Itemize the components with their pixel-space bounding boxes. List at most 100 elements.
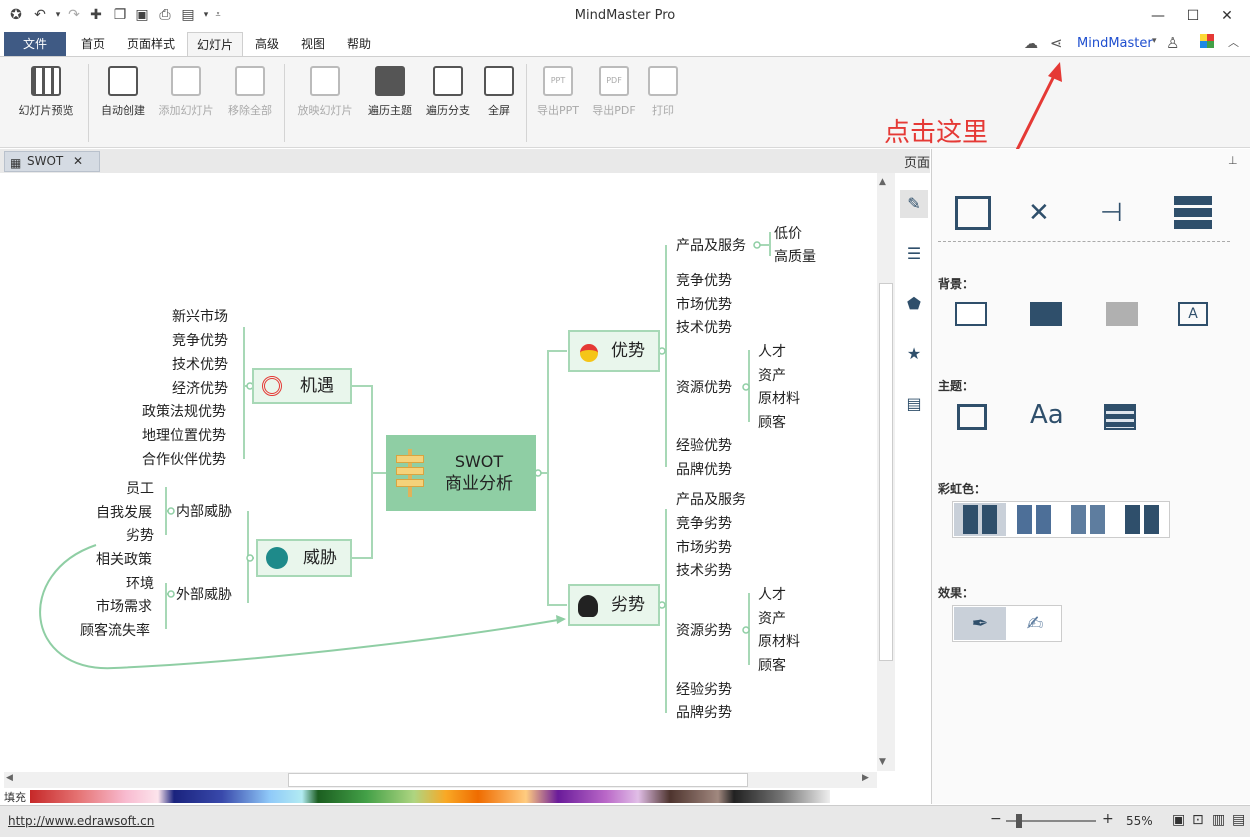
palette-swatches[interactable] xyxy=(30,790,830,803)
undo-dropdown-icon[interactable]: ▾ xyxy=(50,7,66,23)
threat-topic[interactable]: 威胁 xyxy=(256,539,352,577)
collapse-ribbon-icon[interactable]: ︿ xyxy=(1228,34,1239,50)
new-file-icon[interactable]: ✚ xyxy=(88,7,104,23)
strength-resource-item[interactable]: 人才 xyxy=(758,341,786,361)
menu-page-style[interactable]: 页面样式 xyxy=(120,32,182,56)
strength-resource-item[interactable]: 顾客 xyxy=(758,412,786,432)
opportunity-item[interactable]: 合作伙伴优势 xyxy=(142,449,226,469)
menu-advanced[interactable]: 高级 xyxy=(248,32,286,56)
fit-width-icon[interactable]: ⊡ xyxy=(1192,812,1204,828)
strength-resource-topic[interactable]: 资源优势 xyxy=(676,377,732,397)
external-threat-topic[interactable]: 外部威胁 xyxy=(176,584,232,604)
export-pdf-button[interactable]: PDF 导出PDF xyxy=(588,66,640,126)
opportunity-item[interactable]: 地理位置优势 xyxy=(142,425,226,445)
menu-home[interactable]: 首页 xyxy=(72,32,114,56)
strength-item[interactable]: 竞争优势 xyxy=(676,270,732,290)
weakness-resource-item[interactable]: 人才 xyxy=(758,584,786,604)
file-menu[interactable]: 文件 xyxy=(4,32,66,56)
weakness-item[interactable]: 竞争劣势 xyxy=(676,513,732,533)
redo-icon[interactable]: ↷ xyxy=(66,7,82,23)
pin-icon[interactable]: ⊥ xyxy=(1228,154,1238,167)
account-dropdown-icon[interactable]: ▾ xyxy=(1152,36,1157,46)
print-button[interactable]: 打印 xyxy=(642,66,684,126)
weakness-resource-topic[interactable]: 资源劣势 xyxy=(676,620,732,640)
rainbow-option-3[interactable] xyxy=(1071,505,1105,534)
weakness-item[interactable]: 市场劣势 xyxy=(676,537,732,557)
internal-threat-item[interactable]: 自我发展 xyxy=(96,502,152,522)
export-ppt-button[interactable]: PPT 导出PPT xyxy=(532,66,584,126)
horizontal-scroll-thumb[interactable] xyxy=(288,773,748,787)
horizontal-scrollbar[interactable]: ◀ ▶ xyxy=(4,772,877,788)
scroll-down-icon[interactable]: ▼ xyxy=(879,757,886,767)
remove-all-button[interactable]: 移除全部 xyxy=(222,66,278,126)
watermark-icon[interactable]: A xyxy=(1178,302,1208,326)
rainbow-option-2[interactable] xyxy=(1017,505,1051,534)
scroll-left-icon[interactable]: ◀ xyxy=(6,773,13,783)
opportunity-topic[interactable]: 机遇 xyxy=(252,368,352,404)
traverse-topic-button[interactable]: 遍历主题 xyxy=(362,66,418,126)
undo-icon[interactable]: ↶ xyxy=(32,7,48,23)
scroll-right-icon[interactable]: ▶ xyxy=(862,773,869,783)
rainbow-option-4[interactable] xyxy=(1125,505,1159,534)
slide-preview-button[interactable]: 幻灯片预览 xyxy=(12,66,80,126)
internal-threat-topic[interactable]: 内部威胁 xyxy=(176,501,232,521)
layout-map-icon[interactable] xyxy=(955,196,991,230)
layout-radial-icon[interactable]: ✕ xyxy=(1028,196,1068,230)
opportunity-item[interactable]: 技术优势 xyxy=(172,354,228,374)
weakness-item[interactable]: 技术劣势 xyxy=(676,560,732,580)
background-color-icon[interactable] xyxy=(955,302,987,326)
opportunity-item[interactable]: 政策法规优势 xyxy=(142,401,226,421)
vertical-scroll-thumb[interactable] xyxy=(879,283,893,661)
share-icon[interactable]: ⋖ xyxy=(1050,34,1063,52)
opportunity-item[interactable]: 经济优势 xyxy=(172,378,228,398)
weakness-resource-item[interactable]: 原材料 xyxy=(758,631,800,651)
layout-list-icon[interactable] xyxy=(1174,196,1212,230)
customize-toolbar-icon[interactable]: ⩡ xyxy=(210,7,226,23)
fit-page-icon[interactable]: ▣ xyxy=(1172,812,1185,828)
opportunity-item[interactable]: 竞争优势 xyxy=(172,330,228,350)
menu-help[interactable]: 帮助 xyxy=(340,32,378,56)
vertical-scrollbar[interactable]: ▲ ▼ xyxy=(877,173,895,771)
account-menu[interactable]: MindMaster xyxy=(1077,36,1153,51)
open-file-icon[interactable]: ❐ xyxy=(112,7,128,23)
traverse-branch-button[interactable]: 遍历分支 xyxy=(420,66,476,126)
maximize-button[interactable]: ☐ xyxy=(1178,5,1208,27)
full-view-icon[interactable]: ▥ xyxy=(1212,812,1225,828)
strength-item[interactable]: 技术优势 xyxy=(676,317,732,337)
effect-hand-drawn-icon[interactable]: ✍ xyxy=(1009,607,1061,640)
save-icon[interactable]: ▣ xyxy=(134,7,150,23)
strength-product-topic[interactable]: 产品及服务 xyxy=(676,235,746,255)
add-slide-button[interactable]: 添加幻灯片 xyxy=(154,66,218,126)
strength-product-item[interactable]: 低价 xyxy=(774,223,802,243)
page-style-tab-icon[interactable]: ✎ xyxy=(900,190,928,218)
weakness-item[interactable]: 品牌劣势 xyxy=(676,702,732,722)
zoom-slider-thumb[interactable] xyxy=(1016,814,1022,828)
website-link[interactable]: http://www.edrawsoft.cn xyxy=(8,814,154,828)
auto-create-button[interactable]: 自动创建 xyxy=(94,66,152,126)
strength-item[interactable]: 品牌优势 xyxy=(676,459,732,479)
mindmap-canvas[interactable]: SWOT 商业分析 机遇 新兴市场 竞争优势 技术优势 经济优势 政策法规优势 … xyxy=(4,173,876,771)
print-icon[interactable]: ⎙ xyxy=(157,7,173,23)
strength-item[interactable]: 经验优势 xyxy=(676,435,732,455)
play-slides-button[interactable]: 放映幻灯片 xyxy=(292,66,358,126)
effect-flat-pen-icon[interactable]: ✒ xyxy=(954,607,1006,640)
external-threat-item[interactable]: 环境 xyxy=(126,573,154,593)
weakness-topic[interactable]: 劣势 xyxy=(568,584,660,626)
strength-topic[interactable]: 优势 xyxy=(568,330,660,372)
weakness-resource-item[interactable]: 资产 xyxy=(758,608,786,628)
favorite-tab-icon[interactable]: ★ xyxy=(900,340,928,368)
task-tab-icon[interactable]: ▤ xyxy=(900,390,928,418)
strength-resource-item[interactable]: 原材料 xyxy=(758,388,800,408)
export-icon[interactable]: ▤ xyxy=(180,7,196,23)
close-button[interactable]: ✕ xyxy=(1212,5,1242,27)
layout-tree-icon[interactable]: ⊣ xyxy=(1100,196,1140,230)
zoom-out-button[interactable]: − xyxy=(990,811,1002,827)
presentation-mode-icon[interactable]: ▤ xyxy=(1232,812,1245,828)
menu-slides[interactable]: 幻灯片 xyxy=(187,32,243,56)
weakness-item[interactable]: 经验劣势 xyxy=(676,679,732,699)
strength-product-item[interactable]: 高质量 xyxy=(774,246,816,266)
outline-tab-icon[interactable]: ☰ xyxy=(900,240,928,268)
minimize-button[interactable]: — xyxy=(1143,5,1173,27)
theme-font-icon[interactable]: Aa xyxy=(1030,400,1064,430)
remove-background-icon[interactable] xyxy=(1106,302,1138,326)
